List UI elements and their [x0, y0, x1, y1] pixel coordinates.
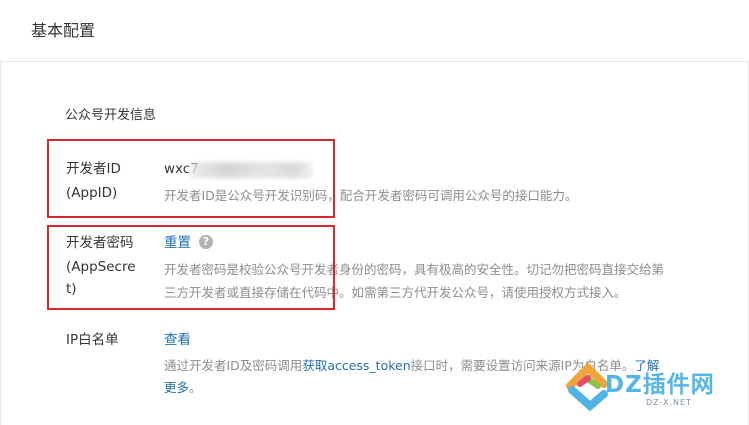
appid-highlight-box [47, 139, 335, 218]
desc-text-1: 通过开发者ID及密码调用 [164, 358, 303, 373]
section-title: 公众号开发信息 [65, 108, 157, 123]
ip-whitelist-label: IP白名单 [66, 332, 119, 348]
appsecret-highlight-box [47, 225, 335, 310]
desc-end: 。 [189, 380, 202, 395]
ip-whitelist-description-line2: 更多。 [164, 377, 202, 399]
watermark-subtext: DZ-X.NET [646, 398, 692, 407]
watermark-text: DZ插件网 [605, 372, 715, 398]
get-access-token-link[interactable]: 获取access_token [302, 358, 410, 373]
view-whitelist-link[interactable]: 查看 [164, 329, 191, 351]
learn-more-link-part2[interactable]: 更多 [164, 380, 189, 395]
page-title: 基本配置 [31, 21, 96, 40]
page-header: 基本配置 [0, 0, 749, 62]
left-frame-border [0, 62, 1, 425]
